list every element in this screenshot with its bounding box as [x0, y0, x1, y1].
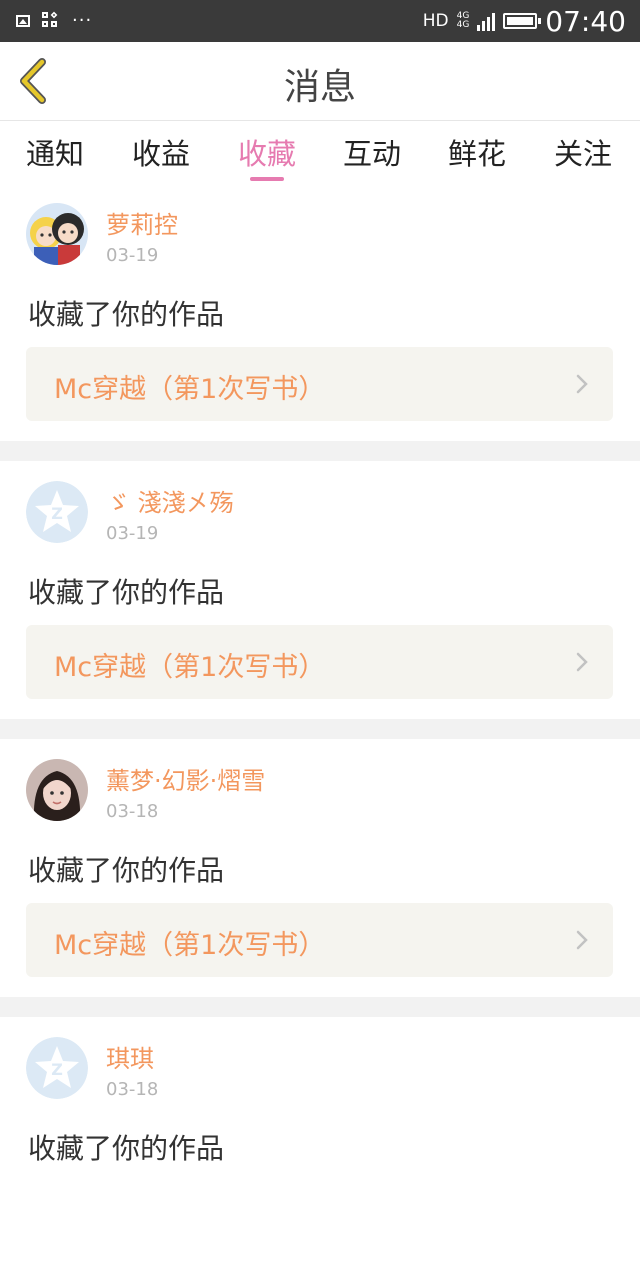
- message-date: 03-18: [106, 1079, 159, 1100]
- svg-text:Z: Z: [51, 1060, 63, 1079]
- username[interactable]: 薰梦·幻影·熠雪: [106, 761, 265, 796]
- card-divider: [0, 441, 640, 461]
- tab-bar: 通知 收益 收藏 互动 鲜花 关注: [0, 121, 640, 183]
- battery-icon: [503, 13, 542, 29]
- avatar[interactable]: [26, 759, 88, 821]
- message-card: 萝莉控 03-19 收藏了你的作品 Mc穿越（第1次写书）: [0, 183, 640, 441]
- active-tab-indicator: [250, 177, 284, 181]
- avatar[interactable]: Z: [26, 481, 88, 543]
- photo-avatar-image: [26, 759, 88, 821]
- card-divider: [0, 997, 640, 1017]
- tab-earnings[interactable]: 收益: [132, 131, 190, 173]
- username[interactable]: ゞ 淺淺㐅殇: [106, 483, 234, 518]
- message-card: Z 琪琪 03-18 收藏了你的作品: [0, 1017, 640, 1275]
- action-text: 收藏了你的作品: [28, 1132, 225, 1165]
- message-card: Z ゞ 淺淺㐅殇 03-19 收藏了你的作品 Mc穿越（第1次写书）: [0, 461, 640, 719]
- tab-notifications[interactable]: 通知: [26, 131, 84, 173]
- status-right-icons: HD 4G 4G 07:40: [423, 0, 626, 42]
- action-text: 收藏了你的作品: [28, 854, 225, 887]
- status-left-icons: ···: [16, 0, 92, 42]
- svg-text:Z: Z: [51, 504, 63, 523]
- work-link[interactable]: Mc穿越（第1次写书）: [26, 625, 613, 699]
- network-label: 4G: [456, 20, 470, 30]
- work-link[interactable]: Mc穿越（第1次写书）: [26, 903, 613, 977]
- username[interactable]: 萝莉控: [106, 205, 178, 240]
- message-list: 萝莉控 03-19 收藏了你的作品 Mc穿越（第1次写书） Z ゞ 淺淺㐅殇 0…: [0, 183, 640, 1275]
- work-link[interactable]: Mc穿越（第1次写书）: [26, 347, 613, 421]
- work-title: Mc穿越（第1次写书）: [54, 652, 326, 683]
- more-dots-icon: ···: [72, 10, 93, 31]
- message-date: 03-19: [106, 523, 159, 544]
- tab-favorites[interactable]: 收藏: [238, 131, 296, 173]
- work-title: Mc穿越（第1次写书）: [54, 930, 326, 961]
- action-text: 收藏了你的作品: [28, 576, 225, 609]
- chevron-right-icon: [576, 374, 588, 394]
- card-divider: [0, 719, 640, 739]
- app-header: 消息: [0, 42, 640, 121]
- default-avatar-icon: Z: [26, 1037, 88, 1099]
- status-bar: ··· HD 4G 4G 07:40: [0, 0, 640, 42]
- network-indicator: 4G 4G: [457, 12, 470, 30]
- tab-follows[interactable]: 关注: [554, 131, 612, 173]
- signal-icon: [477, 11, 496, 31]
- image-icon: [16, 15, 30, 27]
- message-date: 03-18: [106, 801, 159, 822]
- avatar[interactable]: [26, 203, 88, 265]
- hd-indicator: HD: [422, 11, 449, 31]
- page-title: 消息: [283, 67, 356, 108]
- clock: 07:40: [545, 4, 626, 38]
- action-text: 收藏了你的作品: [28, 298, 225, 331]
- message-card: 薰梦·幻影·熠雪 03-18 收藏了你的作品 Mc穿越（第1次写书）: [0, 739, 640, 997]
- tab-flowers[interactable]: 鲜花: [448, 131, 506, 173]
- work-title: Mc穿越（第1次写书）: [54, 374, 326, 405]
- anime-avatar-image: [26, 203, 88, 265]
- username[interactable]: 琪琪: [106, 1039, 154, 1074]
- tab-interactions[interactable]: 互动: [343, 131, 401, 173]
- message-date: 03-19: [106, 245, 159, 266]
- default-avatar-icon: Z: [26, 481, 88, 543]
- avatar[interactable]: Z: [26, 1037, 88, 1099]
- chevron-right-icon: [576, 930, 588, 950]
- apps-grid-icon: [42, 11, 60, 30]
- chevron-right-icon: [576, 652, 588, 672]
